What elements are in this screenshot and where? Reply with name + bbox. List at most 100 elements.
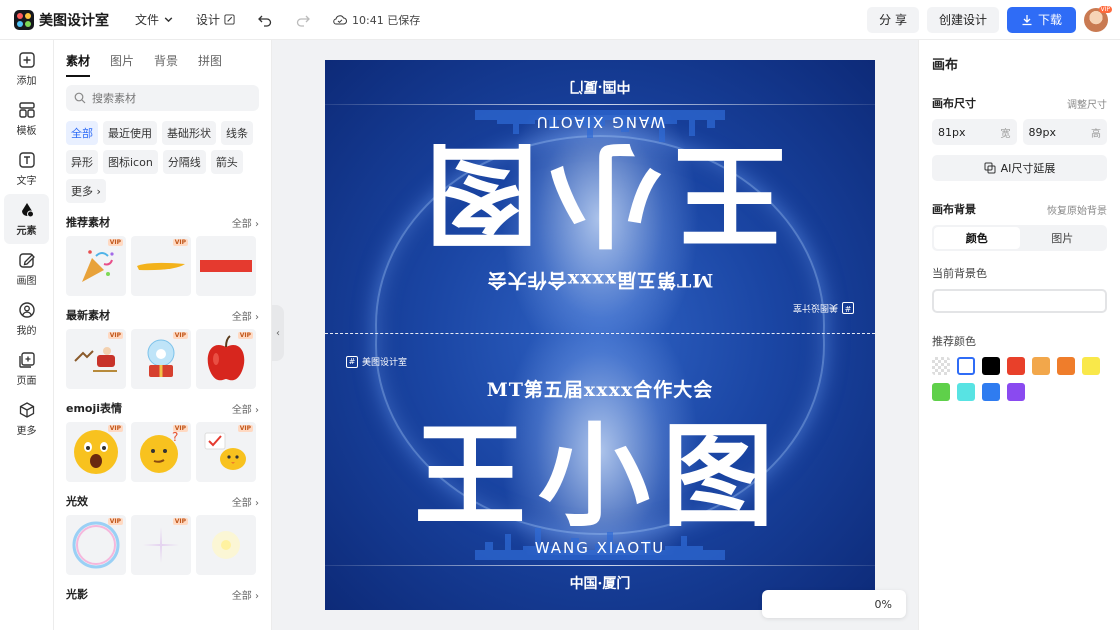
edit-icon — [224, 14, 235, 25]
bg-type-color[interactable]: 颜色 — [934, 227, 1020, 249]
logo-mark-icon: # — [346, 355, 358, 368]
chip-irregular[interactable]: 异形 — [66, 150, 98, 174]
height-unit: 高 — [1091, 128, 1101, 140]
swatch-light-orange[interactable] — [1032, 357, 1050, 375]
rail-item-draw[interactable]: 画图 — [4, 244, 49, 294]
material-thumb-emoji-thinking[interactable]: VIP ? — [131, 422, 191, 482]
swatch-green[interactable] — [932, 383, 950, 401]
material-thumb-party-popper[interactable]: VIP — [66, 236, 126, 296]
see-all-link[interactable]: 全部 › — [232, 215, 259, 230]
svg-text:?: ? — [172, 430, 178, 444]
swatch-transparent[interactable] — [932, 357, 950, 375]
search-input[interactable] — [92, 91, 242, 105]
sparkle-icon — [143, 527, 179, 563]
chip-more-label: 更多 — [71, 185, 93, 198]
brand[interactable]: 美图设计室 — [14, 9, 109, 30]
see-all-link[interactable]: 全部 › — [232, 308, 259, 323]
material-thumb-red-bar[interactable] — [196, 236, 256, 296]
see-all-link[interactable]: 全部 › — [232, 494, 259, 509]
design-menu[interactable]: 设计 — [196, 11, 235, 28]
swatch-cyan[interactable] — [957, 383, 975, 401]
material-thumb-glow[interactable] — [196, 515, 256, 575]
swatch-blue[interactable] — [982, 383, 1000, 401]
material-thumb-emoji-chick[interactable]: VIP — [196, 422, 256, 482]
height-field[interactable]: 89px 高 — [1022, 119, 1107, 145]
undo-button[interactable] — [257, 12, 273, 28]
tab-material[interactable]: 素材 — [66, 52, 91, 77]
rail-item-more[interactable]: 更多 — [4, 394, 49, 444]
material-thumb-brush-stroke[interactable]: VIP — [131, 236, 191, 296]
chevron-down-icon — [164, 17, 173, 23]
collapse-panel-button[interactable]: ‹ — [272, 305, 284, 361]
canvas-pinyin[interactable]: WANG XIAOTU — [325, 113, 875, 131]
swatch-black[interactable] — [982, 357, 1000, 375]
section-emoji: emoji表情 全部 › — [54, 400, 271, 416]
swatch-red[interactable] — [1007, 357, 1025, 375]
undo-icon — [258, 15, 272, 27]
recommended-colors-label: 推荐颜色 — [932, 335, 976, 348]
rail-item-mine[interactable]: 我的 — [4, 294, 49, 344]
swatch-yellow[interactable] — [1082, 357, 1100, 375]
rail-label: 画图 — [16, 276, 37, 287]
rail-item-template[interactable]: 模板 — [4, 94, 49, 144]
create-design-button[interactable]: 创建设计 — [926, 6, 999, 33]
download-button[interactable]: 下载 — [1006, 6, 1076, 33]
chip-more[interactable]: 更多 › — [66, 179, 106, 203]
file-menu[interactable]: 文件 — [135, 11, 174, 28]
canvas-place[interactable]: 中国·厦门 — [325, 77, 875, 97]
canvas-pinyin[interactable]: WANG XIAOTU — [325, 539, 875, 557]
width-field[interactable]: 81px 宽 — [932, 119, 1017, 145]
canvas-logo-text: 美图设计室 — [792, 302, 838, 312]
canvas-title[interactable]: 王小图 — [325, 407, 875, 547]
chip-recent[interactable]: 最近使用 — [103, 121, 157, 145]
see-all-link[interactable]: 全部 › — [232, 401, 259, 416]
vip-badge: VIP — [107, 518, 123, 525]
section-title: 最新素材 — [66, 309, 110, 322]
canvas-subtitle[interactable]: MT第五届xxxx合作大会 — [325, 268, 875, 295]
canvas-title[interactable]: 王小图 — [325, 123, 875, 263]
zoom-level: 0% — [874, 597, 892, 611]
apple-icon — [207, 335, 245, 381]
search-box[interactable] — [66, 85, 259, 111]
zoom-control[interactable]: 0% — [762, 590, 906, 618]
material-thumb-sleigh[interactable]: VIP — [66, 329, 126, 389]
material-thumb-apple[interactable]: VIP — [196, 329, 256, 389]
chip-arrows[interactable]: 箭头 — [210, 150, 243, 174]
chip-basic-shapes[interactable]: 基础形状 — [162, 121, 216, 145]
ai-extend-button[interactable]: AI尺寸延展 — [932, 155, 1107, 181]
bg-type-image[interactable]: 图片 — [1020, 227, 1106, 249]
canvas-subtitle[interactable]: MT第五届xxxx合作大会 — [325, 375, 875, 402]
text-icon — [18, 152, 35, 168]
rail-label: 更多 — [16, 426, 37, 437]
bubble-ring-icon — [72, 521, 120, 569]
rail-item-text[interactable]: 文字 — [4, 144, 49, 194]
swatch-orange[interactable] — [1057, 357, 1075, 375]
tab-background[interactable]: 背景 — [154, 52, 178, 77]
chip-dividers[interactable]: 分隔线 — [162, 150, 206, 174]
chip-lines[interactable]: 线条 — [221, 121, 253, 145]
logo-mark-icon: # — [842, 302, 854, 315]
material-thumb-sparkle[interactable]: VIP — [131, 515, 191, 575]
vip-badge: VIP — [172, 239, 188, 246]
adjust-size-link[interactable]: 调整尺寸 — [1067, 96, 1107, 111]
app-logo-icon — [14, 9, 34, 30]
material-thumb-snow-globe[interactable]: VIP — [131, 329, 191, 389]
share-button[interactable]: 分 享 — [867, 6, 919, 33]
rail-item-page[interactable]: 页面 — [4, 344, 49, 394]
tab-image[interactable]: 图片 — [110, 52, 134, 77]
swatch-white[interactable] — [957, 357, 975, 375]
rail-item-elements[interactable]: 元素 — [4, 194, 49, 244]
rail-item-add[interactable]: 添加 — [4, 44, 49, 94]
material-thumb-emoji-scared[interactable]: VIP — [66, 422, 126, 482]
see-all-link[interactable]: 全部 › — [232, 587, 259, 602]
restore-bg-link[interactable]: 恢复原始背景 — [1047, 202, 1107, 217]
chip-all[interactable]: 全部 — [66, 121, 98, 145]
chip-icons[interactable]: 图标icon — [103, 150, 158, 174]
redo-button[interactable] — [295, 12, 311, 28]
swatch-purple[interactable] — [1007, 383, 1025, 401]
tab-collage[interactable]: 拼图 — [198, 52, 222, 77]
current-bg-color-picker[interactable] — [932, 289, 1107, 313]
material-thumb-bubble[interactable]: VIP — [66, 515, 126, 575]
design-canvas[interactable]: # 美图设计室 MT第五届xxxx合作大会 王小图 WANG XIAOTU 中国… — [325, 60, 875, 610]
user-avatar[interactable]: VIP — [1084, 5, 1112, 32]
